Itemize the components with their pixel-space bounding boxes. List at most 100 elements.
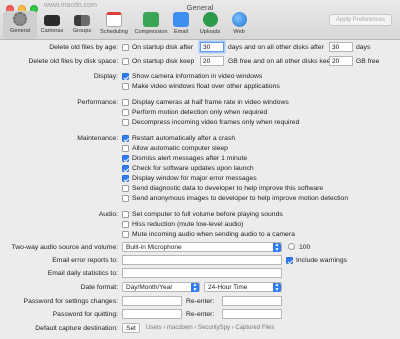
decompress-frames-checkbox[interactable] [122, 119, 129, 126]
performance-label: Performance: [77, 99, 118, 106]
tab-label: Groups [72, 28, 92, 34]
anonymous-images-label: Send anonymous images to developer to he… [132, 195, 349, 202]
include-warnings-label: Include warnings [296, 257, 348, 264]
tab-general[interactable]: General [3, 11, 37, 39]
volume-value: 100 [299, 244, 311, 251]
restart-after-crash-checkbox[interactable] [122, 135, 129, 142]
anonymous-images-checkbox[interactable] [122, 195, 129, 202]
half-frame-rate-label: Display cameras at half frame rate in vi… [132, 99, 289, 106]
email-error-label: Email error reports to: [52, 257, 118, 264]
tab-web[interactable]: Web [222, 12, 256, 35]
password-quitting-input[interactable] [122, 309, 182, 319]
display-label: Display: [93, 73, 118, 80]
other-gb-input[interactable] [329, 56, 353, 66]
major-errors-label: Display window for major error messages [132, 175, 257, 182]
tab-label: General [10, 28, 30, 34]
password-settings-label: Password for settings changes: [23, 298, 118, 305]
tab-scheduling[interactable]: Scheduling [97, 12, 131, 35]
include-warnings-checkbox[interactable] [286, 257, 293, 264]
capture-destination-label: Default capture destination: [35, 325, 118, 332]
startup-gb-input[interactable] [200, 56, 224, 66]
delete-space-middle-text: GB free and on all other disks keep [228, 58, 335, 65]
dismiss-alerts-label: Dismiss alert messages after 1 minute [132, 155, 248, 162]
delete-age-middle-text: days and on all other disks after [228, 44, 324, 51]
apply-preferences-button[interactable]: Apply Preferences [329, 14, 392, 26]
tab-cameras[interactable]: Cameras [35, 12, 69, 34]
email-error-input[interactable] [122, 255, 282, 265]
computer-sleep-label: Allow automatic computer sleep [132, 145, 228, 152]
password-settings-reenter-input[interactable] [222, 296, 282, 306]
tab-groups[interactable]: Groups [65, 12, 99, 34]
password-settings-input[interactable] [122, 296, 182, 306]
capture-path: Users › macdown › SecuritySpy › Captured… [146, 325, 275, 331]
tab-label: Scheduling [100, 29, 128, 35]
motion-detection-label: Perform motion detection only when requi… [132, 109, 268, 116]
gb-free-unit: GB free [356, 58, 380, 65]
date-format-label: Date format: [80, 284, 118, 291]
diagnostic-data-label: Send diagnostic data to developer to hel… [132, 185, 324, 192]
show-camera-info-checkbox[interactable] [122, 73, 129, 80]
globe-icon [231, 12, 247, 27]
major-errors-checkbox[interactable] [122, 175, 129, 182]
float-windows-checkbox[interactable] [122, 83, 129, 90]
tab-label: Compression [134, 29, 168, 35]
set-destination-button[interactable]: Set [122, 323, 140, 333]
calendar-icon [106, 12, 122, 27]
hiss-reduction-checkbox[interactable] [122, 221, 129, 228]
delete-space-option-label: On startup disk keep [132, 58, 195, 65]
hiss-reduction-label: Hiss reduction (mute low-level audio) [132, 221, 244, 228]
chevron-updown-icon: ▲ ▼ [273, 282, 281, 293]
chevron-updown-icon: ▲ ▼ [273, 242, 281, 253]
delete-age-option-label: On startup disk after [132, 44, 194, 51]
check-updates-label: Check for software updates upon launch [132, 165, 254, 172]
decompress-frames-label: Decompress incoming video frames only wh… [132, 119, 300, 126]
password-quitting-label: Password for quitting: [52, 311, 118, 318]
password-quitting-reenter-input[interactable] [222, 309, 282, 319]
restart-after-crash-label: Restart automatically after a crash [132, 135, 236, 142]
chevron-updown-icon: ▲ ▼ [191, 282, 199, 293]
full-volume-label: Set computer to full volume before playi… [132, 211, 283, 218]
compression-icon [143, 12, 159, 27]
maintenance-label: Maintenance: [77, 135, 118, 142]
check-updates-checkbox[interactable] [122, 165, 129, 172]
two-way-audio-label: Two-way audio source and volume: [11, 244, 118, 251]
mute-incoming-label: Mute incoming audio when sending audio t… [132, 231, 295, 238]
days-unit: days [356, 44, 371, 51]
email-icon [173, 12, 189, 27]
float-windows-label: Make video windows float over other appl… [132, 83, 280, 90]
password-quitting-reenter-label: Re-enter: [186, 311, 215, 318]
tab-compression[interactable]: Compression [134, 12, 168, 35]
title-bar: www.macdn.com General General Cameras Gr… [0, 0, 400, 40]
motion-detection-checkbox[interactable] [122, 109, 129, 116]
camera-icon [44, 15, 60, 26]
delete-age-checkbox[interactable] [122, 44, 129, 51]
time-format-select[interactable]: 24-Hour Time ▲ ▼ [204, 282, 282, 292]
audio-label: Audio: [98, 211, 118, 218]
dismiss-alerts-checkbox[interactable] [122, 155, 129, 162]
volume-slider-knob[interactable] [288, 243, 295, 250]
tab-label: Cameras [40, 28, 64, 34]
date-format-select[interactable]: Day/Month/Year ▲ ▼ [122, 282, 200, 292]
tab-label: Web [233, 29, 245, 35]
computer-sleep-checkbox[interactable] [122, 145, 129, 152]
email-stats-label: Email daily statistics to: [47, 270, 118, 277]
audio-source-value: Built-in Microphone [126, 244, 182, 251]
startup-days-input[interactable] [200, 42, 224, 52]
full-volume-checkbox[interactable] [122, 211, 129, 218]
delete-age-label: Delete old files by age: [49, 44, 118, 51]
groups-icon [74, 15, 90, 26]
other-days-input[interactable] [329, 42, 353, 52]
diagnostic-data-checkbox[interactable] [122, 185, 129, 192]
general-preferences-panel: Delete old files by age: On startup disk… [0, 41, 400, 339]
delete-space-label: Delete old files by disk space: [28, 58, 118, 65]
window-title: General [186, 3, 214, 12]
show-camera-info-label: Show camera information in video windows [132, 73, 263, 80]
email-stats-input[interactable] [122, 268, 282, 278]
upload-icon [202, 12, 218, 27]
password-settings-reenter-label: Re-enter: [186, 298, 215, 305]
audio-source-select[interactable]: Built-in Microphone ▲ ▼ [122, 242, 282, 252]
gear-icon [13, 12, 27, 26]
mute-incoming-checkbox[interactable] [122, 231, 129, 238]
delete-space-checkbox[interactable] [122, 58, 129, 65]
half-frame-rate-checkbox[interactable] [122, 99, 129, 106]
